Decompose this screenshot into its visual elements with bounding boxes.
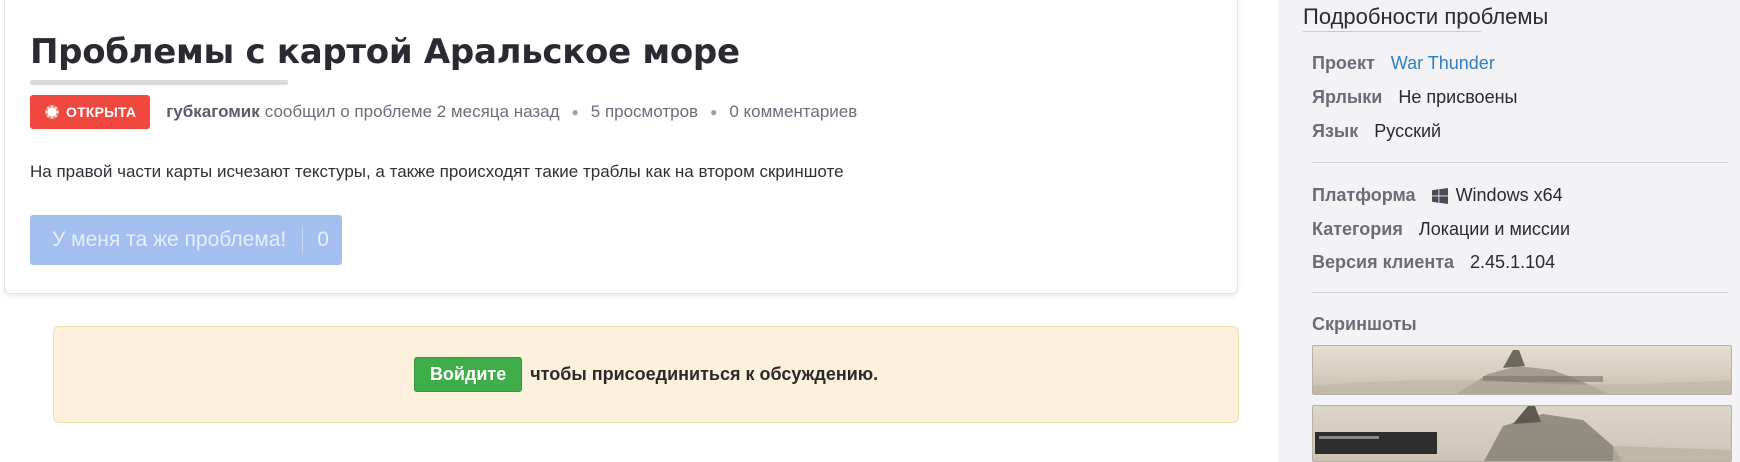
sidebar-divider	[1312, 162, 1728, 163]
status-badge-label: ОТКРЫТА	[66, 104, 137, 120]
windows-icon	[1431, 187, 1448, 204]
tags-row: Ярлыки Не присвоены	[1312, 87, 1517, 108]
language-value: Русский	[1374, 121, 1442, 141]
title-underline	[30, 80, 288, 85]
tags-label: Ярлыки	[1312, 87, 1383, 107]
version-row: Версия клиента 2.45.1.104	[1312, 252, 1555, 273]
project-row: Проект War Thunder	[1312, 53, 1495, 74]
version-label: Версия клиента	[1312, 252, 1455, 272]
same-problem-label: У меня та же проблема!	[52, 228, 287, 251]
issue-details-sidebar: Подробности проблемы Проект War Thunder …	[1278, 0, 1740, 462]
author-link[interactable]: губкагомик	[166, 102, 260, 122]
screenshot-image	[1313, 350, 1731, 394]
comments-count[interactable]: 0 комментариев	[729, 102, 857, 122]
screenshots-label: Скриншоты	[1312, 314, 1417, 334]
screenshot-thumbnail[interactable]	[1312, 405, 1732, 462]
category-label: Категория	[1312, 219, 1403, 239]
project-link[interactable]: War Thunder	[1391, 53, 1495, 74]
login-button[interactable]: Войдите	[413, 357, 523, 392]
language-label: Язык	[1312, 121, 1359, 141]
sidebar-title: Подробности проблемы	[1303, 4, 1549, 29]
platform-row: Платформа Windows x64	[1312, 185, 1563, 206]
same-problem-button[interactable]: У меня та же проблема! 0	[30, 215, 342, 265]
separator-dot: ●	[710, 105, 718, 119]
sidebar-title-underline	[1303, 31, 1481, 32]
screenshot-thumbnail[interactable]	[1312, 345, 1732, 395]
project-label: Проект	[1312, 53, 1375, 73]
screenshot-image	[1315, 406, 1731, 461]
category-value: Локации и миссии	[1418, 219, 1570, 239]
same-problem-count: 0	[317, 228, 329, 251]
issue-description: На правой части карты исчезают текстуры,…	[30, 162, 844, 181]
issue-title: Проблемы с картой Аральское море	[30, 32, 740, 72]
status-badge: ОТКРЫТА	[30, 95, 151, 129]
tags-value: Не присвоены	[1398, 87, 1518, 107]
views-count: 5 просмотров	[590, 102, 699, 121]
login-prompt-text: чтобы присоединиться к обсуждению.	[530, 364, 879, 384]
login-banner: Войдите чтобы присоединиться к обсуждени…	[53, 326, 1239, 423]
sidebar-divider	[1312, 292, 1728, 293]
separator-dot: ●	[571, 105, 579, 119]
category-row: Категория Локации и миссии	[1312, 219, 1570, 240]
reported-text: сообщил о проблеме 2 месяца назад	[264, 102, 560, 121]
version-value: 2.45.1.104	[1470, 252, 1556, 272]
button-divider	[302, 227, 304, 253]
platform-label: Платформа	[1312, 185, 1416, 205]
language-row: Язык Русский	[1312, 121, 1441, 142]
issue-page: Проблемы с картой Аральское море ОТКРЫТА…	[0, 0, 1740, 462]
platform-value: Windows x64	[1455, 185, 1563, 205]
bug-icon	[45, 105, 59, 119]
issue-meta: ОТКРЫТА губкагомик сообщил о проблеме 2 …	[30, 94, 857, 130]
